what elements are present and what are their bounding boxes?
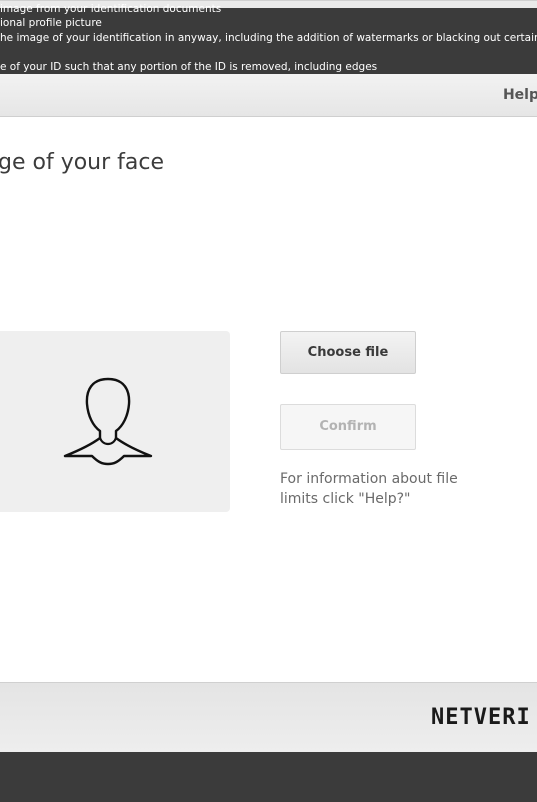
- instruction-line: e of your ID such that any portion of th…: [0, 61, 378, 73]
- help-bar: Help: [0, 74, 537, 117]
- footer: NETVERI: [0, 682, 537, 753]
- face-preview: [0, 331, 230, 512]
- person-silhouette-icon: [63, 377, 153, 466]
- choose-file-button[interactable]: Choose file: [280, 331, 416, 374]
- instruction-line: he image of your identification in anywa…: [0, 32, 537, 44]
- instruction-line: image from your identification documents: [0, 3, 222, 15]
- netverify-logo: NETVERI: [431, 705, 531, 730]
- confirm-button[interactable]: Confirm: [280, 404, 416, 450]
- bottom-background: [0, 752, 537, 802]
- page: image from your identification documents…: [0, 0, 537, 802]
- page-title: ge of your face: [0, 150, 165, 175]
- instructions-panel: image from your identification documents…: [0, 0, 537, 74]
- file-limits-info: For information about file limits click …: [280, 471, 458, 507]
- help-link[interactable]: Help: [503, 87, 537, 103]
- upload-panel: ge of your face Choose file Confirm For …: [0, 117, 537, 682]
- instruction-line: ional profile picture: [0, 17, 102, 29]
